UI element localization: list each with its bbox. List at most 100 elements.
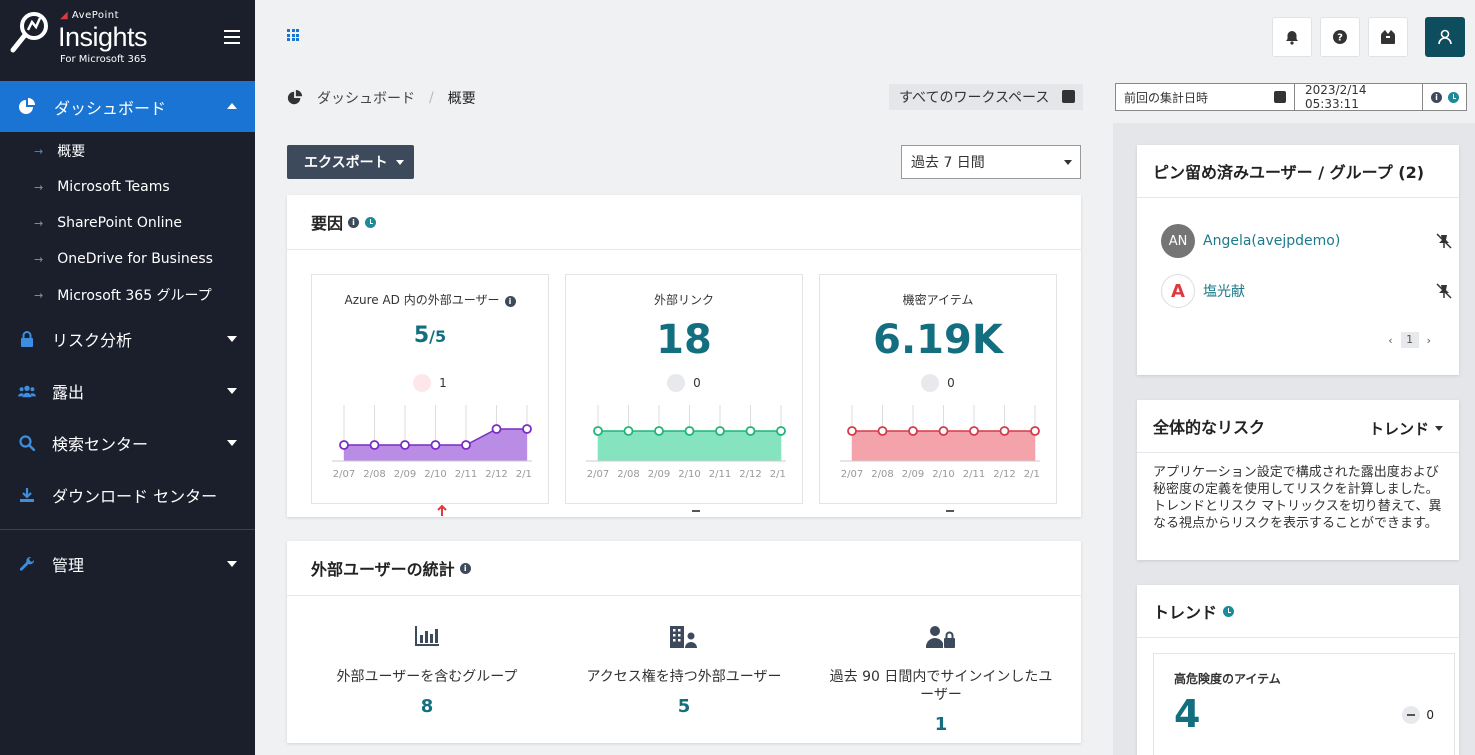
stat-groups-with-external[interactable]: 外部ユーザーを含むグループ 8 [297,626,557,717]
whats-new-button[interactable] [1368,17,1408,57]
subnav-onedrive[interactable]: → OneDrive for Business [0,241,255,277]
arrow-right-icon: → [34,180,44,194]
caret-down-icon [227,388,237,394]
aggregation-label-box: 前回の集計日時 [1115,83,1295,111]
stat-external-with-access[interactable]: アクセス権を持つ外部ユーザー 5 [554,626,814,717]
sparkline-point [938,426,949,436]
menu-toggle-icon[interactable] [224,30,240,44]
overall-risk-description: アプリケーション設定で構成された露出度および秘密度の定義を使用してリスクを計算し… [1153,465,1442,531]
sparkline-chart: 2/07 2/08 2/09 2/10 2/11 2/12 2/13 [332,405,532,480]
nav-search-center[interactable]: 検索センター [0,421,255,465]
help-button[interactable]: ? [1320,17,1360,57]
nav-download-center[interactable]: ダウンロード センター [0,473,255,517]
info-icon[interactable]: i [504,296,516,307]
high-risk-items-card[interactable]: 高危険度のアイテム 4 0 [1153,653,1455,755]
unpin-icon[interactable] [1435,283,1453,299]
info-icon[interactable]: i [1431,91,1442,103]
sparkline-point [369,440,380,450]
info-icon[interactable]: i [459,562,471,574]
trend-title: トレンド [1153,603,1218,622]
pinned-user-row[interactable]: AN Angela(avejpdemo) [1161,224,1453,258]
high-risk-label: 高危険度のアイテム [1174,672,1281,686]
export-button[interactable]: エクスポート [287,145,414,179]
arrow-up-icon [413,374,447,516]
breadcrumb-root[interactable]: ダッシュボード [317,88,415,108]
factors-card: 要因 i Azure AD 内の外部ユーザー i 5/5 1 2/07 2/08 2/… [287,195,1081,517]
risk-view-dropdown[interactable]: トレンド [1369,418,1443,439]
clock-icon[interactable] [1223,605,1235,617]
subnav-sharepoint[interactable]: → SharePoint Online [0,205,255,241]
period-select[interactable]: 過去 7 日間 [901,145,1081,179]
trend-card: トレンド 高危険度のアイテム 4 0 [1137,585,1459,755]
nav-label: ダウンロード センター [52,487,218,506]
sparkline-chart: 2/07 2/08 2/09 2/10 2/11 2/12 2/13 [586,405,786,480]
subnav-teams[interactable]: → Microsoft Teams [0,169,255,205]
sidebar-divider [0,529,255,530]
chevron-left-icon[interactable]: ‹ [1388,334,1392,347]
minus-icon [667,374,701,512]
pinned-user-name[interactable]: Angela(avejpdemo) [1203,233,1340,249]
pinned-user-row[interactable]: A 塩光献 [1161,274,1453,308]
avatar-initials: A [1171,280,1185,302]
sparkline-point [593,426,603,436]
caret-down-icon [1064,160,1072,165]
chevron-right-icon[interactable]: › [1427,334,1431,347]
subnav-label: Microsoft Teams [57,179,170,195]
metric-external-links[interactable]: 外部リンク 18 0 2/07 2/08 2/09 2/10 2/11 2/12 2/13 [565,274,803,512]
app-launcher-icon[interactable] [287,29,299,41]
metric-sensitive-items[interactable]: 機密アイテム 6.19K 0 2/07 2/08 2/09 2/10 2/11 2/12 2… [819,274,1057,512]
metric-value: 18 [656,317,712,363]
metric-value: 6.19K [873,317,1003,363]
subnav-label: 概要 [57,144,86,160]
workspace-label: すべてのワークスペース [899,90,1050,106]
date-tick-label: 2/09 [394,469,416,480]
logo: ◢ AvePoint Insights For Microsoft 365 [0,0,255,80]
pinned-user-name[interactable]: 塩光献 [1203,281,1245,301]
bar-chart-icon [415,626,439,646]
info-icon[interactable]: i [348,216,360,228]
sparkline-point [745,426,756,436]
nav-admin[interactable]: 管理 [0,542,255,586]
aggregation-time-box: 2023/2/14 05:33:11 [1294,83,1423,111]
stat-label: 外部ユーザーを含むグループ [336,669,518,685]
date-tick-label: 2/13 [516,469,532,480]
metric-value: 5/5 [413,323,447,348]
date-tick-label: 2/08 [871,469,893,480]
edit-icon[interactable] [1274,91,1286,103]
nav-exposure[interactable]: 露出 [0,369,255,413]
date-tick-label: 2/10 [932,469,954,480]
date-tick-label: 2/07 [587,469,609,480]
clock-icon[interactable] [1448,91,1459,103]
workspace-selector-button[interactable]: すべてのワークスペース [889,84,1083,110]
nav-label: 露出 [52,383,85,402]
subnav-label: OneDrive for Business [57,251,213,267]
stat-signed-in-90-days[interactable]: 過去 90 日間内でサインインしたユーザー 1 [811,626,1071,735]
pie-chart-icon [287,90,303,105]
metric-external-users[interactable]: Azure AD 内の外部ユーザー i 5/5 1 2/07 2/08 2/09 2/1… [311,274,549,516]
nav-dashboard[interactable]: ダッシュボード [0,81,255,132]
overall-risk-header: 全体的なリスク トレンド [1137,400,1459,453]
date-tick-label: 2/11 [709,469,731,480]
date-tick-label: 2/12 [485,469,507,480]
subnav-overview[interactable]: → 概要 [0,133,255,169]
date-tick-label: 2/08 [363,469,385,480]
unpin-icon[interactable] [1435,233,1453,249]
page-number[interactable]: 1 [1400,332,1419,348]
nav-risk-analysis[interactable]: リスク分析 [0,317,255,361]
user-menu-button[interactable] [1425,17,1465,57]
notifications-button[interactable] [1272,17,1312,57]
subnav-m365-groups[interactable]: → Microsoft 365 グループ [0,277,255,313]
brand-name: ◢ AvePoint [60,10,120,21]
download-icon [18,486,36,504]
external-stats-title: 外部ユーザーの統計 [311,560,455,579]
metric-title: 機密アイテム [902,293,974,307]
nav-label: リスク分析 [52,331,133,350]
aggregation-label: 前回の集計日時 [1124,90,1209,105]
date-tick-label: 2/13 [770,469,786,480]
stat-value: 8 [420,696,434,717]
caret-up-icon [227,103,237,109]
date-tick-label: 2/11 [963,469,985,480]
date-tick-label: 2/08 [617,469,639,480]
clock-icon[interactable] [365,216,377,228]
sparkline-point [491,424,502,434]
